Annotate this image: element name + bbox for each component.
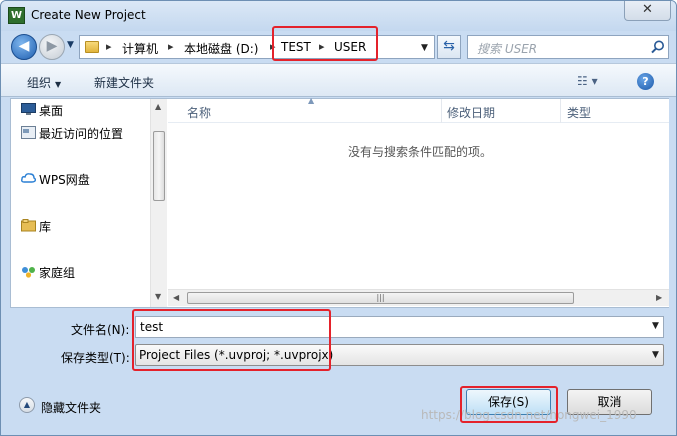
folder-icon	[85, 41, 99, 53]
search-box[interactable]: 搜索 USER	[467, 35, 669, 59]
nav-item-homegroup[interactable]: 家庭组	[22, 264, 76, 281]
refresh-icon: ⇆	[443, 38, 455, 54]
nav-item-recent[interactable]: 最近访问的位置	[21, 125, 124, 142]
hide-folders-toggle[interactable]: ▲	[19, 397, 35, 413]
save-dialog: W Create New Project ✕ ◀ ▶ ▼ ▸ 计算机 ▸ 本地磁…	[0, 0, 677, 436]
forward-button[interactable]: ▶	[39, 34, 65, 60]
organize-button[interactable]: 组织 ▼	[27, 74, 61, 91]
keil-app-icon: W	[8, 7, 25, 24]
annotation-box-path	[272, 26, 378, 61]
nav-item-label: 最近访问的位置	[39, 127, 124, 141]
nav-item-wps-cloud[interactable]: WPS网盘	[21, 171, 90, 188]
empty-results-message: 没有与搜索条件匹配的项。	[348, 145, 493, 159]
breadcrumb-local-disk[interactable]: 本地磁盘 (D:)	[184, 40, 258, 57]
recent-places-icon	[21, 126, 36, 139]
filename-label: 文件名(N):	[71, 323, 130, 337]
hide-folders-label[interactable]: 隐藏文件夹	[41, 399, 101, 416]
breadcrumb-computer[interactable]: 计算机	[122, 40, 158, 57]
window-title: Create New Project	[31, 8, 146, 22]
cloud-icon	[21, 173, 36, 183]
nav-item-library[interactable]: 库	[21, 218, 52, 235]
annotation-box-save	[460, 386, 558, 423]
filetype-label: 保存类型(T):	[61, 351, 130, 365]
column-divider[interactable]	[560, 99, 561, 123]
address-bar[interactable]: ▸ 计算机 ▸ 本地磁盘 (D:) ▸ TEST ▸ USER ▼	[79, 35, 435, 59]
search-input[interactable]: 搜索 USER	[477, 40, 537, 57]
chevron-up-icon: ▲	[23, 400, 31, 409]
horizontal-scrollbar[interactable]: ◀ ||| ▶	[168, 289, 669, 306]
column-header: ▲ 名称 修改日期 类型	[168, 96, 669, 123]
command-toolbar: 组织 ▼ 新建文件夹 ☷ ▾ ?	[1, 63, 676, 97]
homegroup-icon	[22, 267, 35, 278]
search-icon[interactable]	[650, 39, 666, 55]
column-date-modified[interactable]: 修改日期	[447, 104, 495, 121]
caret-down-icon: ▼	[55, 80, 62, 89]
nav-scrollbar[interactable]: ▲ ▼	[150, 99, 167, 307]
breadcrumb-separator-icon[interactable]: ▸	[106, 40, 112, 53]
scroll-left-icon[interactable]: ◀	[173, 293, 179, 302]
close-button[interactable]: ✕	[624, 1, 671, 21]
scroll-down-icon[interactable]: ▼	[155, 292, 161, 301]
history-dropdown-icon[interactable]: ▼	[67, 40, 74, 50]
breadcrumb-separator-icon[interactable]: ▸	[168, 40, 174, 53]
file-list: ▲ 名称 修改日期 类型 没有与搜索条件匹配的项。 ◀ ||| ▶	[168, 96, 669, 307]
navigation-pane: 桌面 最近访问的位置 WPS网盘 库 家庭组 ▲ ▼	[11, 99, 167, 307]
address-dropdown-icon[interactable]: ▼	[421, 43, 428, 53]
sort-up-icon: ▲	[308, 96, 315, 105]
filetype-dropdown-icon[interactable]: ▼	[652, 350, 659, 360]
new-folder-button[interactable]: 新建文件夹	[94, 74, 154, 91]
nav-item-label: 桌面	[39, 104, 64, 118]
organize-label: 组织	[27, 76, 52, 90]
column-type[interactable]: 类型	[567, 104, 591, 121]
view-options-icon[interactable]: ☷ ▾	[577, 74, 598, 88]
nav-item-label: 库	[39, 220, 52, 234]
nav-item-desktop[interactable]: 桌面	[21, 102, 64, 119]
nav-scroll-thumb[interactable]	[153, 131, 165, 201]
filename-dropdown-icon[interactable]: ▼	[652, 321, 659, 331]
column-name[interactable]: 名称	[187, 104, 211, 121]
library-icon	[21, 219, 36, 232]
column-divider[interactable]	[441, 99, 442, 123]
nav-item-label: 家庭组	[39, 266, 76, 280]
annotation-box-filename	[132, 309, 331, 371]
scroll-right-icon[interactable]: ▶	[656, 293, 662, 302]
nav-item-label: WPS网盘	[39, 173, 90, 187]
arrow-left-icon: ◀	[18, 38, 30, 54]
scroll-up-icon[interactable]: ▲	[155, 102, 161, 111]
horizontal-scroll-thumb[interactable]: |||	[187, 292, 574, 304]
refresh-button[interactable]: ⇆	[437, 35, 461, 59]
arrow-right-icon: ▶	[46, 38, 58, 54]
desktop-icon	[21, 103, 36, 115]
browser-area: 桌面 最近访问的位置 WPS网盘 库 家庭组 ▲ ▼ ▲ 名称 修改日期 类型 …	[10, 96, 669, 308]
back-button[interactable]: ◀	[11, 34, 37, 60]
help-icon[interactable]: ?	[637, 73, 654, 90]
